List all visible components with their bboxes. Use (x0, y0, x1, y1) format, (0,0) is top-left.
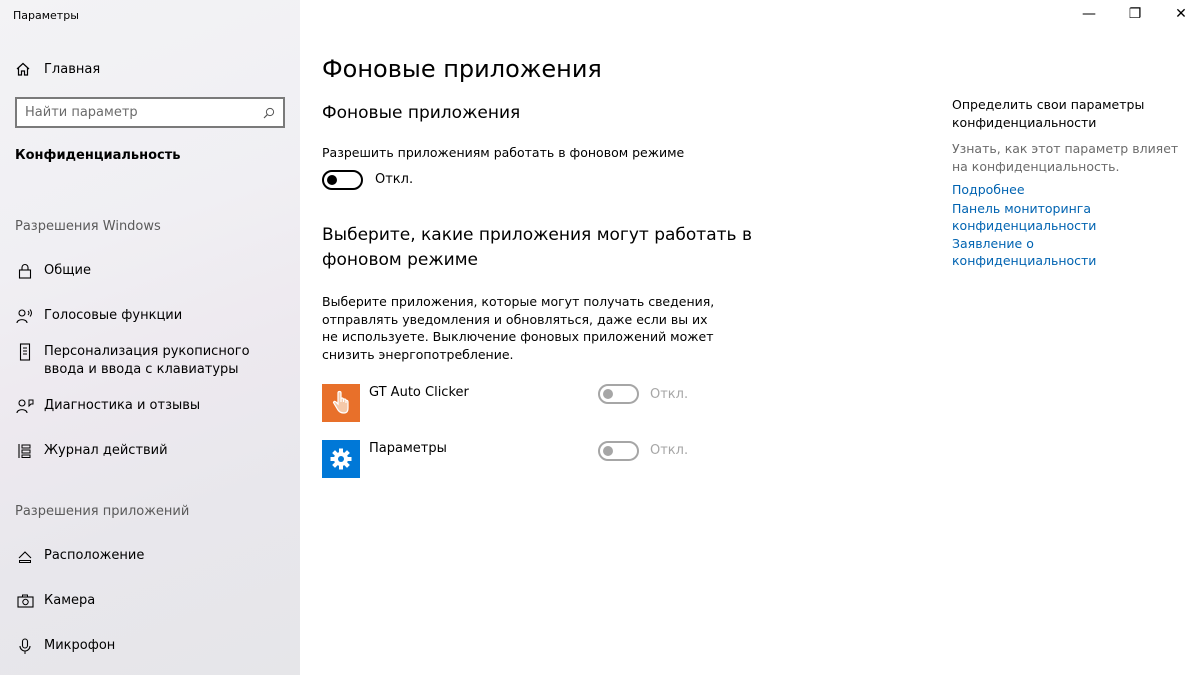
app-name-settings: Параметры (369, 441, 447, 456)
section-choose-apps-title: Выберите, какие приложения могут работат… (322, 225, 752, 270)
group-app-permissions: Разрешения приложений (15, 504, 190, 519)
sidebar-item-camera[interactable]: Камера (15, 592, 95, 610)
sidebar-item-location[interactable]: Расположение (15, 547, 144, 565)
inking-icon (15, 343, 35, 361)
diagnostics-icon (15, 397, 35, 415)
sidebar-home-label: Главная (44, 61, 101, 77)
search-input[interactable]: Найти параметр (15, 97, 285, 128)
sidebar-item-label: Диагностика и отзывы (44, 398, 201, 413)
sidebar-item-label: Камера (44, 593, 96, 608)
privacy-help-desc: Узнать, как этот параметр влияет на конф… (952, 141, 1179, 174)
app-state-gt-auto-clicker: Откл. (650, 387, 689, 402)
app-toggle-gt-auto-clicker[interactable] (598, 384, 639, 404)
privacy-help-panel: Определить свои параметры конфиденциальн… (952, 96, 1182, 270)
allow-background-state: Откл. (375, 172, 414, 187)
camera-icon (15, 592, 35, 610)
close-button[interactable]: ✕ (1166, 6, 1196, 22)
sidebar-item-label: Персонализация рукописного ввода и ввода… (44, 344, 250, 377)
minimize-button[interactable]: — (1074, 6, 1104, 22)
search-placeholder: Найти параметр (25, 105, 138, 120)
gear-icon (330, 448, 352, 470)
app-tile-settings (322, 440, 360, 478)
home-icon (16, 62, 30, 76)
app-state-settings: Откл. (650, 443, 689, 458)
allow-background-label: Разрешить приложениям работать в фоновом… (322, 145, 685, 160)
app-title: Параметры (13, 9, 79, 22)
sidebar-item-label: Журнал действий (44, 443, 168, 458)
sidebar-item-label: Общие (44, 263, 91, 278)
hand-pointer-icon (332, 390, 349, 414)
sidebar-item-general[interactable]: Общие (15, 262, 91, 280)
activity-history-icon (15, 442, 35, 460)
app-tile-gt-auto-clicker (322, 384, 360, 422)
app-toggle-settings[interactable] (598, 441, 639, 461)
section-background-apps-title: Фоновые приложения (322, 103, 521, 123)
sidebar-item-voice[interactable]: Голосовые функции (15, 307, 182, 325)
sidebar-item-label: Расположение (44, 548, 145, 563)
section-choose-apps-desc: Выберите приложения, которые могут получ… (322, 294, 715, 362)
sidebar-item-activity-history[interactable]: Журнал действий (15, 442, 168, 460)
sidebar-item-label: Голосовые функции (44, 308, 183, 323)
current-section-title: Конфиденциальность (15, 148, 181, 163)
microphone-icon (15, 637, 35, 655)
location-icon (15, 547, 35, 565)
sidebar-item-inking[interactable]: Персонализация рукописного ввода и ввода… (15, 343, 290, 379)
sidebar-item-label: Микрофон (44, 638, 116, 653)
voice-icon (15, 307, 35, 325)
link-learn-more[interactable]: Подробнее (952, 181, 1182, 199)
link-privacy-dashboard[interactable]: Панель мониторинга конфиденциальности (952, 200, 1182, 235)
allow-background-toggle[interactable] (322, 170, 363, 190)
sidebar: Параметры Главная Найти параметр Конфиде… (0, 0, 300, 675)
page-title: Фоновые приложения (322, 55, 602, 83)
sidebar-item-microphone[interactable]: Микрофон (15, 637, 115, 655)
search-icon (263, 107, 275, 118)
maximize-button[interactable]: ❐ (1120, 6, 1150, 22)
app-name-gt-auto-clicker: GT Auto Clicker (369, 385, 469, 400)
sidebar-home[interactable]: Главная (15, 60, 100, 78)
sidebar-item-diagnostics[interactable]: Диагностика и отзывы (15, 397, 200, 415)
link-privacy-statement[interactable]: Заявление о конфиденциальности (952, 235, 1182, 270)
lock-icon (15, 262, 35, 280)
group-windows-permissions: Разрешения Windows (15, 219, 161, 234)
privacy-help-title: Определить свои параметры конфиденциальн… (952, 97, 1145, 130)
